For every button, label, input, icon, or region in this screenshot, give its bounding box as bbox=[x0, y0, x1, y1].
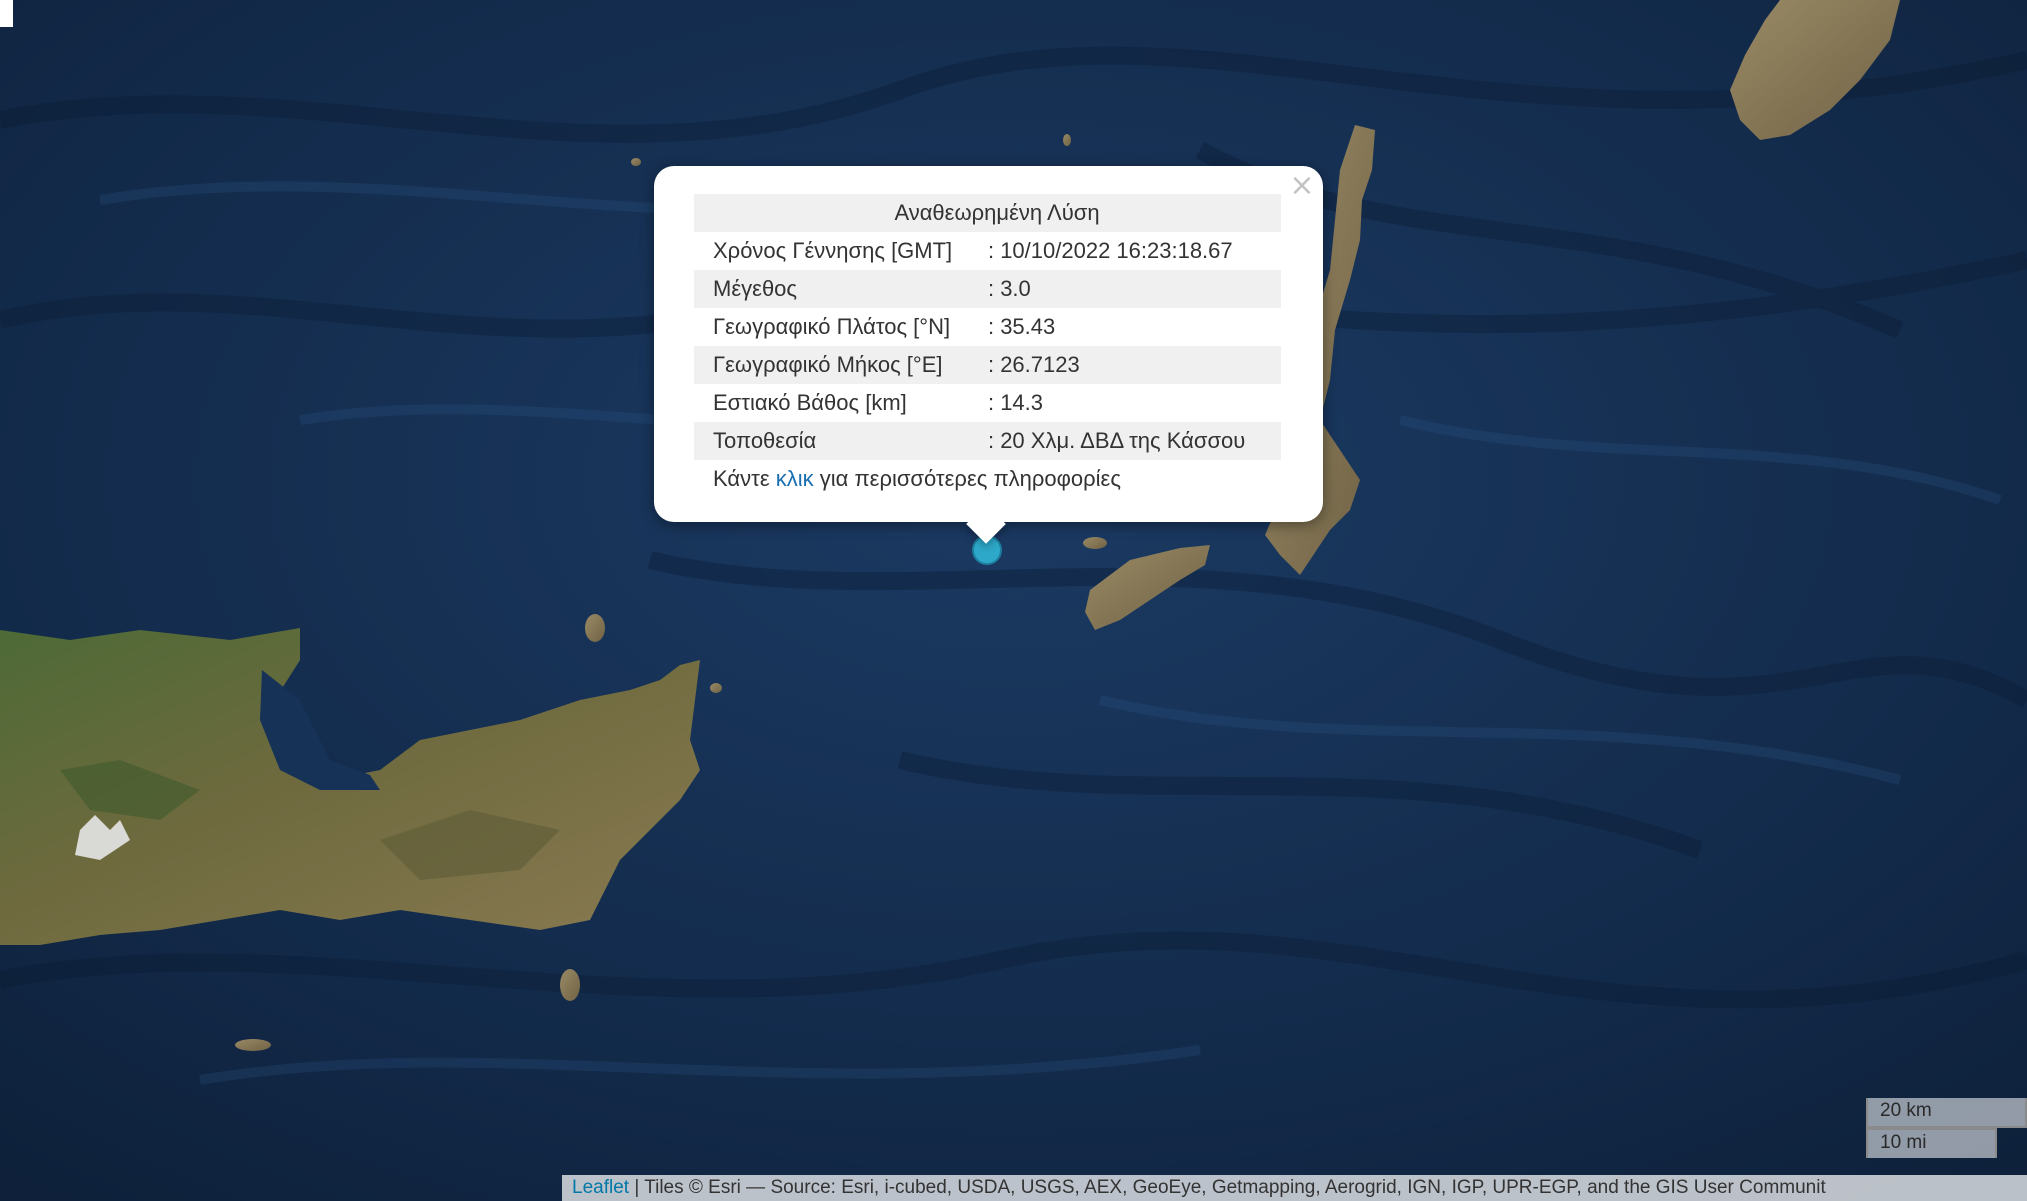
scale-km: 20 km bbox=[1866, 1098, 2027, 1128]
row-label: Τοποθεσία bbox=[694, 422, 988, 460]
more-info-link[interactable]: κλικ bbox=[776, 466, 814, 491]
table-row: Μέγεθος : 3.0 bbox=[694, 270, 1281, 308]
corner-control bbox=[0, 0, 13, 27]
more-info-text: Κάντε κλικ για περισσότερες πληροφορίες bbox=[694, 460, 1281, 498]
row-label: Γεωγραφικό Πλάτος [°N] bbox=[694, 308, 988, 346]
row-value: : 26.7123 bbox=[987, 346, 1281, 384]
popup-title: Αναθεωρημένη Λύση bbox=[694, 194, 1281, 232]
map-attribution: Leaflet | Tiles © Esri — Source: Esri, i… bbox=[562, 1175, 2027, 1201]
row-label: Εστιακό Βάθος [km] bbox=[694, 384, 988, 422]
popup-details-table: Αναθεωρημένη Λύση Χρόνος Γέννησης [GMT] … bbox=[694, 194, 1281, 498]
map-container[interactable]: × Αναθεωρημένη Λύση Χρόνος Γέννησης [GMT… bbox=[0, 0, 2027, 1201]
row-value: : 14.3 bbox=[987, 384, 1281, 422]
table-row: Γεωγραφικό Πλάτος [°N] : 35.43 bbox=[694, 308, 1281, 346]
attribution-text: | Tiles © Esri — Source: Esri, i-cubed, … bbox=[629, 1177, 1826, 1198]
footer-prefix: Κάντε bbox=[713, 466, 776, 491]
map-scale: 20 km 10 mi bbox=[1866, 1098, 2027, 1158]
islet bbox=[1083, 537, 1107, 549]
table-row: Τοποθεσία : 20 Χλμ. ΔΒΔ της Κάσσου bbox=[694, 422, 1281, 460]
footer-suffix: για περισσότερες πληροφορίες bbox=[813, 466, 1121, 491]
table-row: Εστιακό Βάθος [km] : 14.3 bbox=[694, 384, 1281, 422]
popup-tip-cover bbox=[955, 498, 1017, 522]
row-value: : 35.43 bbox=[987, 308, 1281, 346]
islet bbox=[560, 969, 580, 1001]
islet bbox=[631, 158, 641, 166]
table-row: Χρόνος Γέννησης [GMT] : 10/10/2022 16:23… bbox=[694, 232, 1281, 270]
islet bbox=[585, 614, 605, 642]
row-value: : 10/10/2022 16:23:18.67 bbox=[987, 232, 1281, 270]
scale-mi: 10 mi bbox=[1866, 1128, 1997, 1158]
islet bbox=[1063, 134, 1071, 146]
row-label: Χρόνος Γέννησης [GMT] bbox=[694, 232, 988, 270]
islet bbox=[710, 683, 722, 693]
table-row: Γεωγραφικό Μήκος [°E] : 26.7123 bbox=[694, 346, 1281, 384]
row-value: : 3.0 bbox=[987, 270, 1281, 308]
islet bbox=[235, 1039, 271, 1051]
leaflet-link[interactable]: Leaflet bbox=[572, 1177, 629, 1198]
row-label: Μέγεθος bbox=[694, 270, 988, 308]
popup-footer: Κάντε κλικ για περισσότερες πληροφορίες bbox=[694, 460, 1281, 498]
popup-close-button[interactable]: × bbox=[1288, 171, 1316, 201]
row-value: : 20 Χλμ. ΔΒΔ της Κάσσου bbox=[987, 422, 1281, 460]
row-label: Γεωγραφικό Μήκος [°E] bbox=[694, 346, 988, 384]
